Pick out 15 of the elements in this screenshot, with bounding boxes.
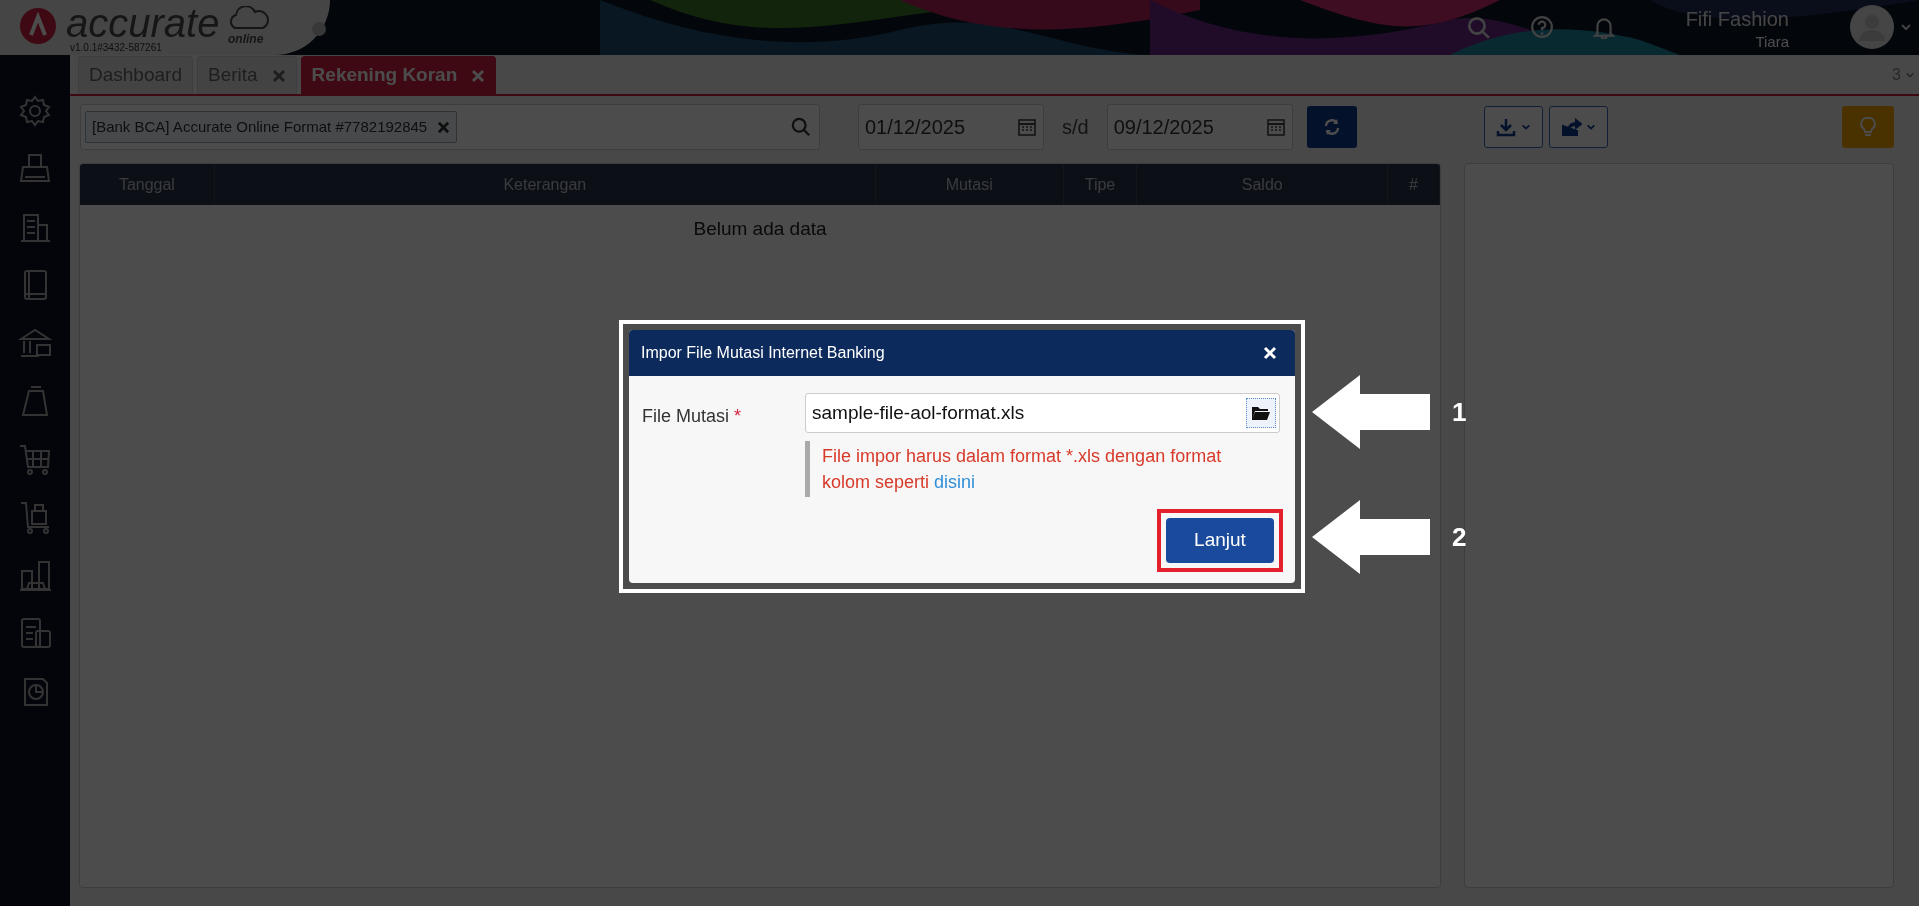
help-text: File impor harus dalam format *.xls dengan format kolom seperti disini <box>805 441 1265 497</box>
annotation-number: 1 <box>1452 395 1467 429</box>
link[interactable]: disini <box>934 472 976 492</box>
continue-button[interactable]: Lanjut <box>1166 518 1274 563</box>
folder-icon <box>1251 405 1271 421</box>
arrow-icon <box>1312 500 1430 574</box>
user-name: Tiara <box>1755 32 1789 52</box>
empty-state-text: Belum ada data <box>693 217 827 241</box>
field-label: File Mutasi * <box>642 405 743 428</box>
browse-button[interactable] <box>1246 398 1276 428</box>
company-name: Fifi Fashion <box>1685 7 1789 32</box>
file-input-field[interactable]: sample-file-aol-format.xls <box>805 393 1280 433</box>
dialog-title: Impor File Mutasi Internet Banking <box>641 343 885 363</box>
arrow-icon <box>1312 375 1430 449</box>
annotation-number: 2 <box>1452 520 1467 554</box>
